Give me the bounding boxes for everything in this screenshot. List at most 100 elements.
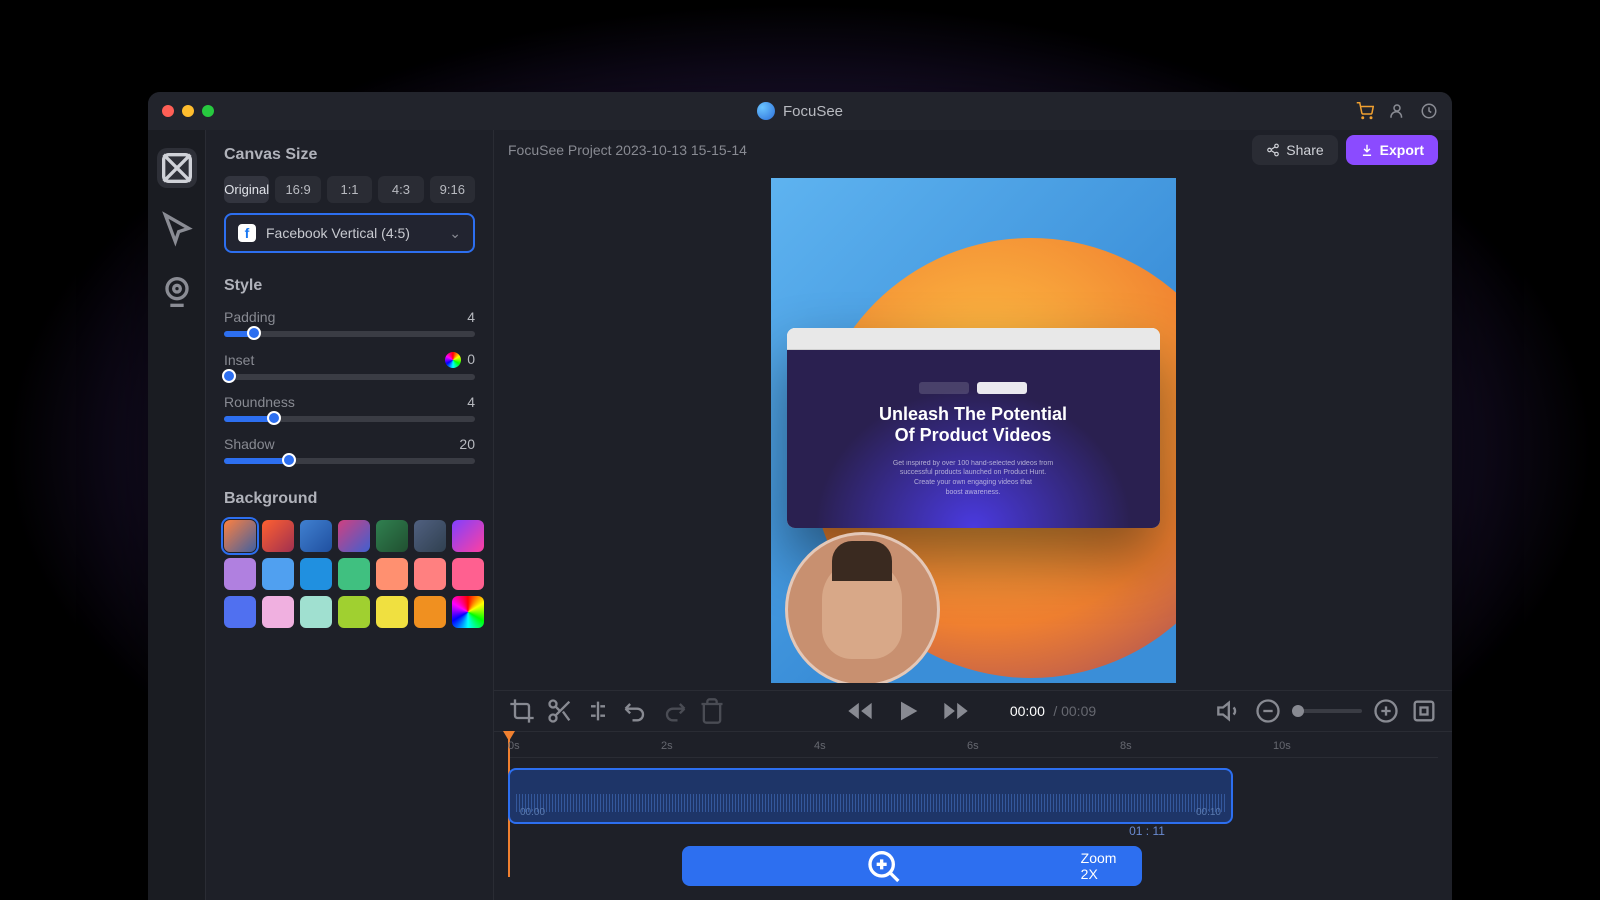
- undo-icon[interactable]: [622, 697, 650, 725]
- roundness-value: 4: [467, 394, 475, 410]
- bg-swatch-5[interactable]: [414, 520, 446, 552]
- clock-icon[interactable]: [1420, 102, 1438, 120]
- bg-swatch-12[interactable]: [414, 558, 446, 590]
- roundness-label: Roundness: [224, 394, 295, 410]
- ratio-16-9[interactable]: 16:9: [275, 176, 320, 203]
- bg-swatch-20[interactable]: [452, 596, 484, 628]
- ruler-tick: 2s: [661, 740, 673, 752]
- ratio-4-3[interactable]: 4:3: [378, 176, 423, 203]
- close-window[interactable]: [162, 105, 174, 117]
- timeline-ruler[interactable]: 0s 2s 4s 6s 8s 10s: [508, 732, 1438, 758]
- bg-swatch-3[interactable]: [338, 520, 370, 552]
- minimize-window[interactable]: [182, 105, 194, 117]
- cut-icon[interactable]: [546, 697, 574, 725]
- inset-value: 0: [445, 351, 475, 368]
- traffic-lights: [162, 105, 214, 117]
- roundness-slider[interactable]: [224, 416, 475, 422]
- ratio-original[interactable]: Original: [224, 176, 269, 203]
- facebook-icon: f: [238, 224, 256, 242]
- ruler-tick: 0s: [508, 740, 520, 752]
- bg-swatch-9[interactable]: [300, 558, 332, 590]
- bg-swatch-1[interactable]: [262, 520, 294, 552]
- chevron-down-icon: ⌄: [449, 225, 461, 242]
- bg-swatch-16[interactable]: [300, 596, 332, 628]
- style-heading: Style: [224, 277, 475, 295]
- timeline-clip[interactable]: Clip0 10.0s 1X 00:00 00:10: [508, 768, 1233, 824]
- split-icon[interactable]: [584, 697, 612, 725]
- project-topbar: FocuSee Project 2023-10-13 15-15-14 Shar…: [494, 130, 1452, 170]
- bg-swatch-13[interactable]: [452, 558, 484, 590]
- shadow-value: 20: [459, 436, 475, 452]
- play-icon[interactable]: [894, 697, 922, 725]
- padding-value: 4: [467, 309, 475, 325]
- bg-swatch-2[interactable]: [300, 520, 332, 552]
- bg-swatch-7[interactable]: [224, 558, 256, 590]
- ruler-tick: 6s: [967, 740, 979, 752]
- zoom-clip-time: 01 : 11: [917, 824, 1377, 838]
- canvas-preview-area: Unleash The Potential Of Product Videos …: [494, 170, 1452, 690]
- preview-headline-2: Of Product Videos: [895, 425, 1052, 447]
- playback-controls: 00:00 / 00:09: [494, 690, 1452, 732]
- aspect-ratio-row: Original 16:9 1:1 4:3 9:16: [224, 176, 475, 203]
- bg-swatch-18[interactable]: [376, 596, 408, 628]
- share-button[interactable]: Share: [1252, 135, 1337, 165]
- timeline-zoom-clip[interactable]: Zoom 2X: [682, 846, 1142, 886]
- preview-webcam-overlay: [785, 532, 940, 683]
- bg-swatch-19[interactable]: [414, 596, 446, 628]
- shadow-label: Shadow: [224, 436, 275, 452]
- ruler-tick: 4s: [814, 740, 826, 752]
- export-button[interactable]: Export: [1346, 135, 1438, 165]
- canvas-preset-select[interactable]: f Facebook Vertical (4:5) ⌄: [224, 213, 475, 253]
- fit-icon[interactable]: [1410, 697, 1438, 725]
- cart-icon[interactable]: [1356, 102, 1374, 120]
- bg-swatch-8[interactable]: [262, 558, 294, 590]
- nav-cursor[interactable]: [157, 210, 197, 250]
- background-swatches: [224, 520, 475, 628]
- ruler-tick: 10s: [1273, 740, 1291, 752]
- timeline[interactable]: 0s 2s 4s 6s 8s 10s Clip0 10.0s 1X 00:00 00:10…: [494, 732, 1452, 900]
- color-picker-icon[interactable]: [445, 352, 461, 368]
- ruler-tick: 8s: [1120, 740, 1132, 752]
- forward-icon[interactable]: [942, 697, 970, 725]
- volume-icon[interactable]: [1216, 697, 1244, 725]
- zoom-out-icon[interactable]: [1254, 697, 1282, 725]
- clip-start-time: 00:00: [520, 807, 545, 818]
- maximize-window[interactable]: [202, 105, 214, 117]
- bg-swatch-4[interactable]: [376, 520, 408, 552]
- app-title: FocuSee: [757, 102, 843, 120]
- bg-swatch-17[interactable]: [338, 596, 370, 628]
- rewind-icon[interactable]: [846, 697, 874, 725]
- preview-browser: Unleash The Potential Of Product Videos …: [787, 328, 1160, 528]
- shadow-slider[interactable]: [224, 458, 475, 464]
- app-name: FocuSee: [783, 103, 843, 120]
- bg-swatch-10[interactable]: [338, 558, 370, 590]
- ratio-1-1[interactable]: 1:1: [327, 176, 372, 203]
- bg-swatch-14[interactable]: [224, 596, 256, 628]
- redo-icon[interactable]: [660, 697, 688, 725]
- bg-swatch-6[interactable]: [452, 520, 484, 552]
- ratio-9-16[interactable]: 9:16: [430, 176, 475, 203]
- properties-panel: Canvas Size Original 16:9 1:1 4:3 9:16 f…: [206, 130, 494, 900]
- zoom-in-icon[interactable]: [1372, 697, 1400, 725]
- nav-webcam[interactable]: [157, 272, 197, 312]
- canvas-size-heading: Canvas Size: [224, 146, 475, 164]
- padding-slider[interactable]: [224, 331, 475, 337]
- inset-label: Inset: [224, 352, 254, 368]
- bg-swatch-11[interactable]: [376, 558, 408, 590]
- clip-end-time: 00:10: [1196, 807, 1221, 818]
- project-name: FocuSee Project 2023-10-13 15-15-14: [508, 142, 747, 158]
- delete-icon[interactable]: [698, 697, 726, 725]
- inset-slider[interactable]: [224, 374, 475, 380]
- user-icon[interactable]: [1388, 102, 1406, 120]
- timeline-zoom-slider[interactable]: [1292, 709, 1362, 713]
- tool-nav: [148, 130, 206, 900]
- bg-swatch-0[interactable]: [224, 520, 256, 552]
- preview-headline-1: Unleash The Potential: [879, 404, 1067, 426]
- canvas-preview[interactable]: Unleash The Potential Of Product Videos …: [771, 178, 1176, 683]
- preset-label: Facebook Vertical (4:5): [266, 225, 410, 241]
- crop-icon[interactable]: [508, 697, 536, 725]
- bg-swatch-15[interactable]: [262, 596, 294, 628]
- titlebar: FocuSee: [148, 92, 1452, 130]
- app-window: FocuSee Canvas Size Original 16:9 1:1 4:…: [148, 92, 1452, 900]
- nav-canvas[interactable]: [157, 148, 197, 188]
